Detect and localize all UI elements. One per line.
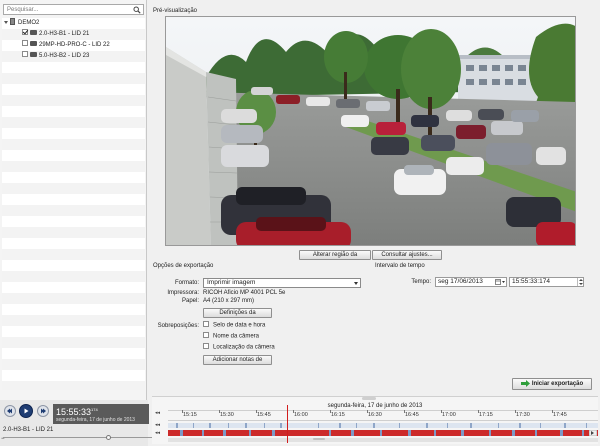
- tree-camera-item[interactable]: 5.0-H3-B2 - LID 23: [22, 51, 165, 62]
- time-spinner[interactable]: [577, 278, 583, 286]
- timeline-tick: 17:15: [478, 410, 493, 418]
- playback-clock: 15:55:33174 segunda-feira, 17 de junho d…: [53, 404, 149, 424]
- time-value: 15:55:33:174: [512, 278, 550, 285]
- export-options-title: Opções de exportação: [153, 263, 214, 269]
- tree-camera-item[interactable]: 2.0-H3-B1 - LID 21: [22, 29, 165, 40]
- expand-arrow-icon[interactable]: [4, 20, 8, 24]
- camera-icon: [30, 51, 37, 57]
- date-value: seg 17/06/2013: [438, 278, 483, 285]
- camera-tree: DEMO2 2.0-H3-B1 - LID 21 29MP-HD-PRO-C -…: [2, 17, 145, 390]
- consult-settings-button[interactable]: Consultar ajustes...: [372, 250, 442, 260]
- clock-time: 15:55:33: [56, 407, 92, 417]
- timeline[interactable]: segunda-feira, 17 de junho de 2013 ◂◂ ◂◂…: [152, 396, 598, 444]
- search-icon[interactable]: [133, 6, 141, 14]
- server-label: DEMO2: [18, 20, 40, 26]
- recording-track[interactable]: [168, 430, 598, 436]
- chevron-down-icon: [354, 282, 358, 285]
- playback-controls: 15:55:33174 segunda-feira, 17 de junho d…: [0, 400, 168, 446]
- change-region-button[interactable]: Alterar região da: [299, 250, 371, 260]
- rewind-icon: [7, 408, 12, 414]
- play-icon: [24, 408, 29, 414]
- overlays-label: Sobreposições:: [157, 323, 199, 329]
- add-notes-button[interactable]: Adicionar notas de: [203, 355, 272, 365]
- server-icon: [10, 17, 15, 25]
- previous-frame-button[interactable]: [4, 405, 16, 417]
- timeline-tick: 16:45: [404, 410, 419, 418]
- timeline-ruler: 15:15 15:30 15:45 16:00 16:15 16:30 16:4…: [168, 410, 598, 421]
- play-button[interactable]: [19, 404, 33, 418]
- start-export-label: Iniciar exportação: [531, 381, 584, 387]
- format-select[interactable]: Imprimir imagem: [203, 278, 361, 288]
- overlay-camera-location-checkbox[interactable]: Localização da câmera: [203, 343, 275, 351]
- camera-label: 2.0-H3-B1 - LID 21: [39, 31, 90, 37]
- camera-checkbox[interactable]: [22, 51, 28, 58]
- playhead-cursor[interactable]: [287, 405, 288, 443]
- current-camera-name: 2.0-H3-B1 - LID 21: [3, 427, 54, 433]
- camera-icon: [30, 29, 37, 35]
- timeline-tick: 15:15: [182, 410, 197, 418]
- parking-lot-scene: [166, 17, 575, 245]
- calendar-icon[interactable]: [495, 279, 505, 285]
- motion-track[interactable]: [168, 423, 598, 428]
- motion-marks: [176, 423, 587, 428]
- camera-label: 5.0-H3-B2 - LID 23: [39, 53, 90, 59]
- timeline-tick: 16:15: [330, 410, 345, 418]
- next-frame-button[interactable]: [37, 405, 49, 417]
- timeline-date: segunda-feira, 17 de junho de 2013: [327, 403, 423, 409]
- clock-ms: 174: [91, 407, 98, 412]
- overlay-label: Nome da câmera: [213, 333, 260, 340]
- camera-checkbox[interactable]: [22, 29, 28, 36]
- timeline-collapse-handle[interactable]: [362, 397, 376, 400]
- checkbox-box[interactable]: [203, 332, 209, 338]
- timeline-scrollbar[interactable]: [168, 438, 598, 442]
- printer-label: Impressora:: [167, 290, 199, 296]
- overlay-label: Localização da câmera: [213, 344, 275, 351]
- zoom-slider-track[interactable]: [3, 437, 161, 438]
- printer-value: RICOH Aficio MP 4001 PCL 5e: [203, 290, 286, 296]
- checkbox-box[interactable]: [203, 321, 209, 327]
- timeline-back-icon[interactable]: ◂◂: [155, 410, 164, 416]
- timeline-end-icon[interactable]: [589, 430, 597, 436]
- printer-settings-button[interactable]: Definições da: [203, 308, 272, 318]
- tree-camera-item[interactable]: 29MP-HD-PRO-C - LID 22: [22, 40, 165, 51]
- clock-date: segunda-feira, 17 de junho de 2013: [56, 417, 135, 423]
- preview-title: Pré-visualização: [153, 8, 198, 14]
- timeline-tick: 17:30: [515, 410, 530, 418]
- timeline-tick: 16:30: [367, 410, 382, 418]
- overlay-camera-name-checkbox[interactable]: Nome da câmera: [203, 332, 260, 340]
- time-field[interactable]: 15:55:33:174: [509, 277, 584, 287]
- time-interval-title: Intervalo de tempo: [375, 263, 425, 269]
- camera-label: 29MP-HD-PRO-C - LID 22: [39, 42, 110, 48]
- overlay-label: Selo de data e hora: [213, 322, 266, 329]
- timeline-tick: 16:00: [293, 410, 308, 418]
- fast-forward-icon: [41, 408, 46, 414]
- search-input[interactable]: Pesquisar...: [3, 4, 144, 15]
- camera-icon: [30, 40, 37, 46]
- recording-marks: [180, 430, 584, 436]
- timeline-tick: 15:30: [219, 410, 234, 418]
- format-label: Formato:: [174, 280, 199, 286]
- scrollbar-grip[interactable]: [313, 438, 325, 440]
- checkbox-box[interactable]: [203, 343, 209, 349]
- timeline-back-icon[interactable]: ◂◂: [155, 430, 164, 436]
- camera-checkbox[interactable]: [22, 40, 28, 47]
- camera-preview-image: [165, 16, 576, 246]
- date-picker[interactable]: seg 17/06/2013: [435, 277, 507, 287]
- time-label: Tempo:: [411, 279, 431, 285]
- camera-sidebar: Pesquisar... DEMO2 2.0-H3-B1 - LID 21 29…: [0, 0, 147, 446]
- start-export-button[interactable]: Iniciar exportação: [512, 378, 592, 390]
- search-placeholder: Pesquisar...: [7, 7, 39, 13]
- paper-value: A4 (210 x 297 mm): [203, 298, 255, 304]
- format-value: Imprimir imagem: [207, 279, 256, 286]
- timeline-back-icon[interactable]: ◂◂: [155, 422, 164, 428]
- export-arrow-icon: [520, 379, 530, 387]
- paper-label: Papel:: [181, 298, 199, 304]
- timeline-tick: 17:45: [552, 410, 567, 418]
- timeline-tick: 17:00: [441, 410, 456, 418]
- timeline-tick: 15:45: [256, 410, 271, 418]
- zoom-slider-handle[interactable]: [106, 435, 111, 440]
- overlay-timestamp-checkbox[interactable]: Selo de data e hora: [203, 321, 266, 329]
